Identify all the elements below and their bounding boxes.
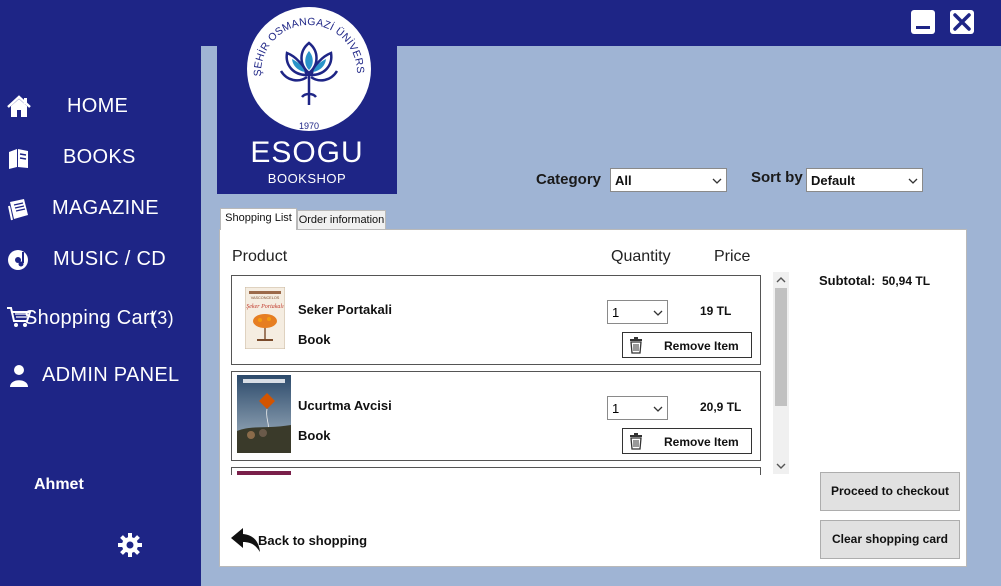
trash-icon xyxy=(630,433,642,450)
book-cover-image: VASCONCELOS Şeker Portakalı xyxy=(245,287,285,349)
logo-subtitle: BOOKSHOP xyxy=(267,171,347,186)
logo-year: 1970 xyxy=(299,121,319,131)
scroll-down-icon[interactable] xyxy=(773,458,789,474)
category-select[interactable]: All xyxy=(610,168,727,192)
product-price: 20,9 TL xyxy=(700,400,742,414)
product-price: 19 TL xyxy=(700,304,732,318)
sidebar-item-label: MUSIC / CD xyxy=(53,248,166,270)
product-type: Book xyxy=(298,428,331,443)
svg-text:VASCONCELOS: VASCONCELOS xyxy=(251,296,280,300)
sidebar-item-shopping-cart[interactable]: Shopping Cart (3) xyxy=(0,298,201,338)
sidebar-item-home[interactable]: HOME xyxy=(0,86,201,126)
column-header-quantity: Quantity xyxy=(611,248,671,265)
column-header-price: Price xyxy=(714,248,751,265)
remove-item-button[interactable]: Remove Item xyxy=(622,332,752,358)
list-scrollbar[interactable] xyxy=(773,272,789,474)
sort-select-value: Default xyxy=(811,173,856,188)
sidebar-item-label: HOME xyxy=(67,95,129,117)
sidebar: HOME BOOKS MAGAZINE MUSIC / CD Shopping … xyxy=(0,46,201,586)
sidebar-item-label: Shopping Cart xyxy=(24,307,156,329)
subtotal-label: Subtotal: xyxy=(819,273,876,288)
cart-count-badge: (3) xyxy=(151,308,174,328)
remove-item-label: Remove Item xyxy=(664,435,739,449)
category-label: Category xyxy=(536,171,602,188)
magazine-icon xyxy=(8,199,28,221)
chevron-down-icon xyxy=(908,178,918,184)
sidebar-item-label: ADMIN PANEL xyxy=(42,364,180,386)
cart-item: VASCONCELOS Şeker Portakalı Seker Portak… xyxy=(231,275,761,365)
cart-item: Ucurtma Avcisi Book 1 20,9 TL Remove Ite… xyxy=(231,371,761,461)
proceed-to-checkout-button[interactable]: Proceed to checkout xyxy=(820,472,960,511)
music-cd-icon xyxy=(8,250,28,270)
subtotal-value: 50,94 TL xyxy=(882,274,931,288)
sidebar-item-magazine[interactable]: MAGAZINE xyxy=(0,188,201,228)
logo-emblem: ESKİŞEHİR OSMANGAZİ ÜNİVERSİTESİ 1970 xyxy=(247,7,366,131)
quantity-value: 1 xyxy=(612,305,620,320)
book-cover-image xyxy=(237,471,291,475)
chevron-down-icon xyxy=(653,406,663,412)
cart-item xyxy=(231,467,761,475)
shopping-list-panel: Product Quantity Price VASCONCELOS Şeker… xyxy=(219,229,967,567)
scroll-up-icon[interactable] xyxy=(773,272,789,288)
trash-icon xyxy=(630,337,642,354)
tab-order-information[interactable]: Order information xyxy=(297,210,386,230)
minimize-icon[interactable] xyxy=(911,10,935,34)
book-cover-image xyxy=(237,375,291,453)
sidebar-item-books[interactable]: BOOKS xyxy=(0,137,201,177)
sidebar-item-music[interactable]: MUSIC / CD xyxy=(0,239,201,279)
esogu-logo: ESKİŞEHİR OSMANGAZİ ÜNİVERSİTESİ 1970 ES… xyxy=(217,0,397,194)
quantity-select[interactable]: 1 xyxy=(607,300,668,324)
back-to-shopping-link[interactable]: Back to shopping xyxy=(230,526,370,556)
sidebar-item-admin-panel[interactable]: ADMIN PANEL xyxy=(0,355,201,395)
remove-item-button[interactable]: Remove Item xyxy=(622,428,752,454)
product-name: Ucurtma Avcisi xyxy=(298,398,392,413)
sort-select[interactable]: Default xyxy=(806,168,923,192)
clear-shopping-card-button[interactable]: Clear shopping card xyxy=(820,520,960,559)
logo-title: ESOGU xyxy=(250,136,364,169)
user-name: Ahmet xyxy=(34,476,84,493)
gear-icon[interactable] xyxy=(117,532,143,558)
svg-text:Şeker Portakalı: Şeker Portakalı xyxy=(246,304,284,310)
tab-shopping-list[interactable]: Shopping List xyxy=(220,208,297,230)
back-to-shopping-label: Back to shopping xyxy=(258,533,368,548)
chevron-down-icon xyxy=(653,310,663,316)
sort-label: Sort by xyxy=(751,169,803,186)
category-select-value: All xyxy=(615,173,632,188)
quantity-value: 1 xyxy=(612,401,620,416)
sidebar-item-label: MAGAZINE xyxy=(52,197,159,219)
sidebar-item-label: BOOKS xyxy=(63,146,136,168)
close-icon[interactable] xyxy=(950,10,974,34)
user-icon xyxy=(10,365,28,387)
home-icon xyxy=(7,95,31,117)
books-icon xyxy=(9,149,28,169)
column-header-product: Product xyxy=(232,248,288,265)
title-bar xyxy=(0,0,1001,46)
quantity-select[interactable]: 1 xyxy=(607,396,668,420)
chevron-down-icon xyxy=(712,178,722,184)
remove-item-label: Remove Item xyxy=(664,339,739,353)
product-name: Seker Portakali xyxy=(298,302,392,317)
scrollbar-thumb[interactable] xyxy=(775,288,787,406)
product-type: Book xyxy=(298,332,331,347)
